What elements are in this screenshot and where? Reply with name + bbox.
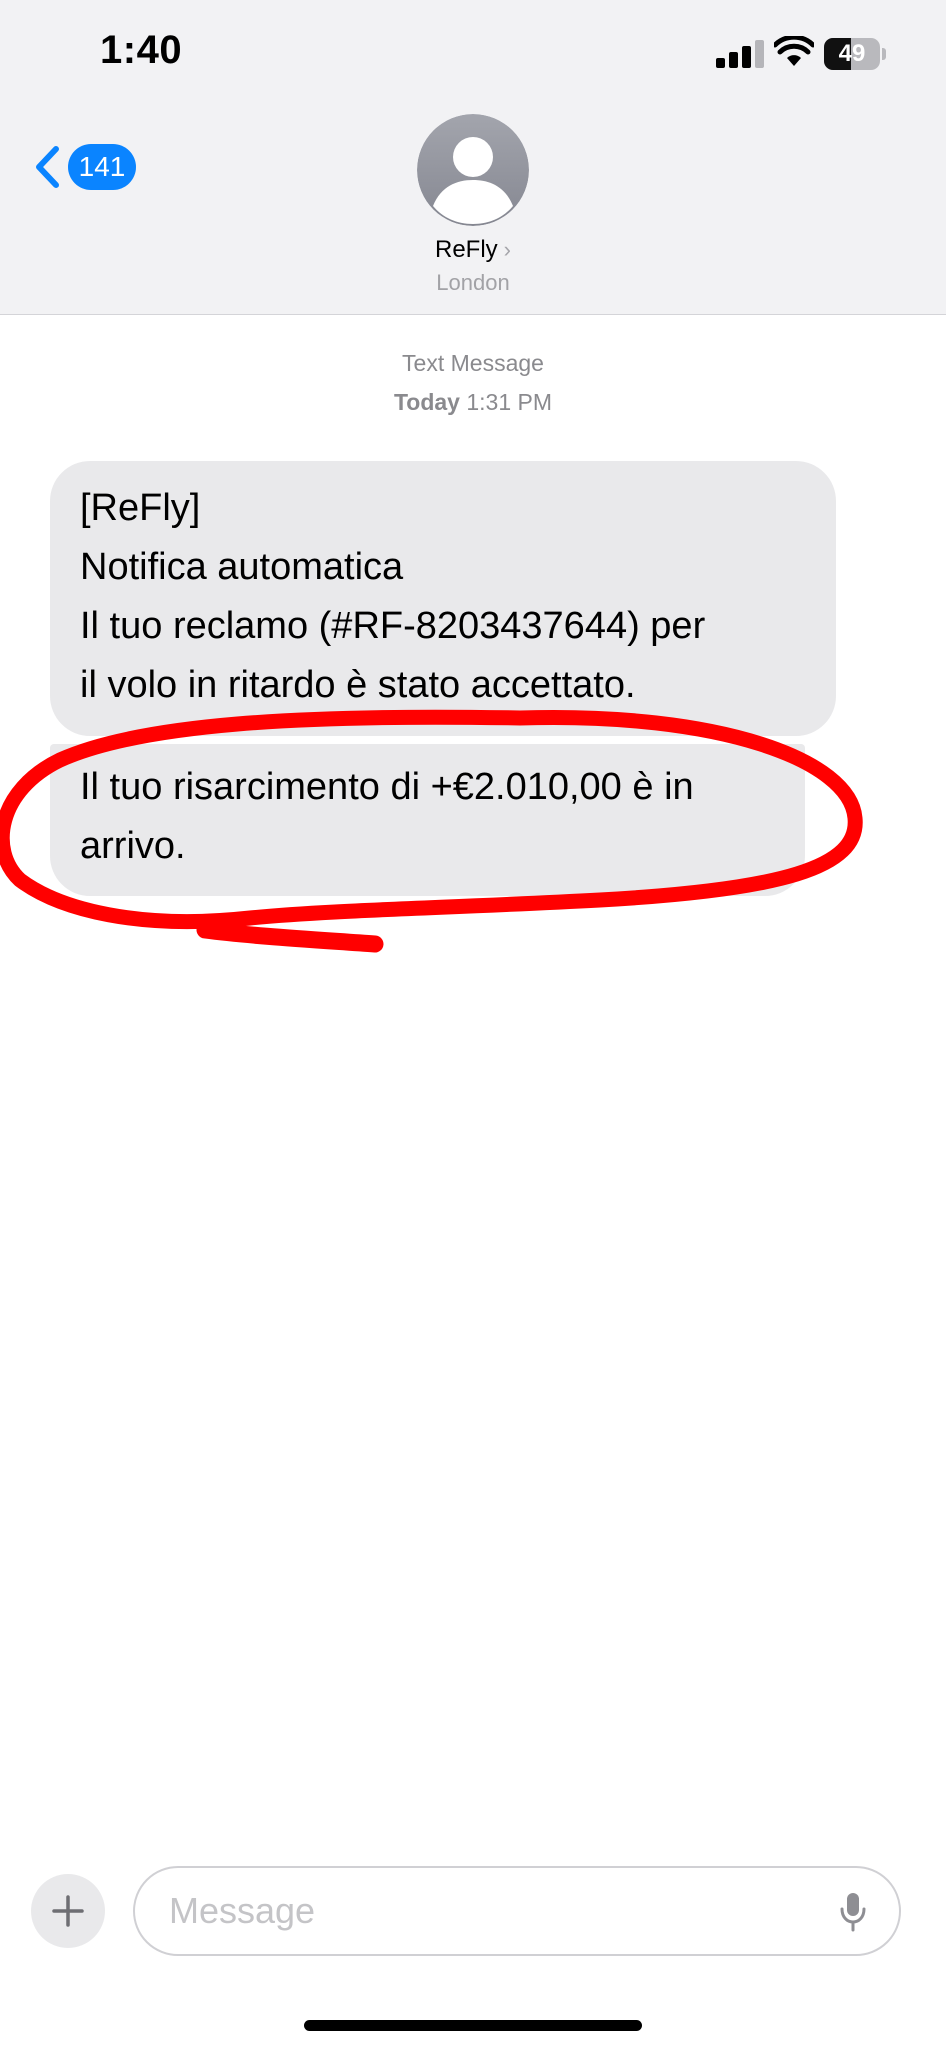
message-type-label: Text Message: [402, 350, 544, 376]
message-timestamp: Today 1:31 PM: [0, 389, 946, 416]
contact-name-label: ReFly: [435, 236, 498, 263]
message-field[interactable]: [133, 1866, 901, 1956]
unread-count-badge: 141: [68, 144, 136, 190]
battery-level: 49: [838, 40, 866, 67]
chevron-right-icon: ›: [503, 237, 511, 262]
message-input[interactable]: [169, 1868, 809, 1954]
chevron-left-icon: [36, 146, 59, 188]
add-attachment-button[interactable]: [31, 1874, 105, 1948]
wifi-icon: [774, 36, 814, 66]
message-bubble[interactable]: [ReFly] Notifica automatica Il tuo recla…: [50, 461, 836, 736]
message-bubble[interactable]: Il tuo risarcimento di +€2.010,00 è in a…: [50, 744, 805, 896]
status-time: 1:40: [100, 28, 183, 72]
contact-name[interactable]: ReFly ›: [0, 236, 946, 264]
back-button[interactable]: 141: [34, 140, 136, 192]
plus-icon: [52, 1895, 84, 1927]
conversation-header: 1:40 49 141 ReFly › London: [0, 0, 946, 315]
person-avatar-icon[interactable]: [417, 114, 529, 226]
cellular-signal-icon: [716, 40, 764, 68]
timestamp-day: Today: [393, 389, 460, 415]
timestamp-time: 1:31 PM: [466, 389, 553, 415]
home-indicator[interactable]: [304, 2020, 642, 2031]
battery-icon: 49: [824, 38, 886, 70]
microphone-icon[interactable]: [839, 1892, 867, 1932]
contact-location: London: [436, 270, 510, 295]
